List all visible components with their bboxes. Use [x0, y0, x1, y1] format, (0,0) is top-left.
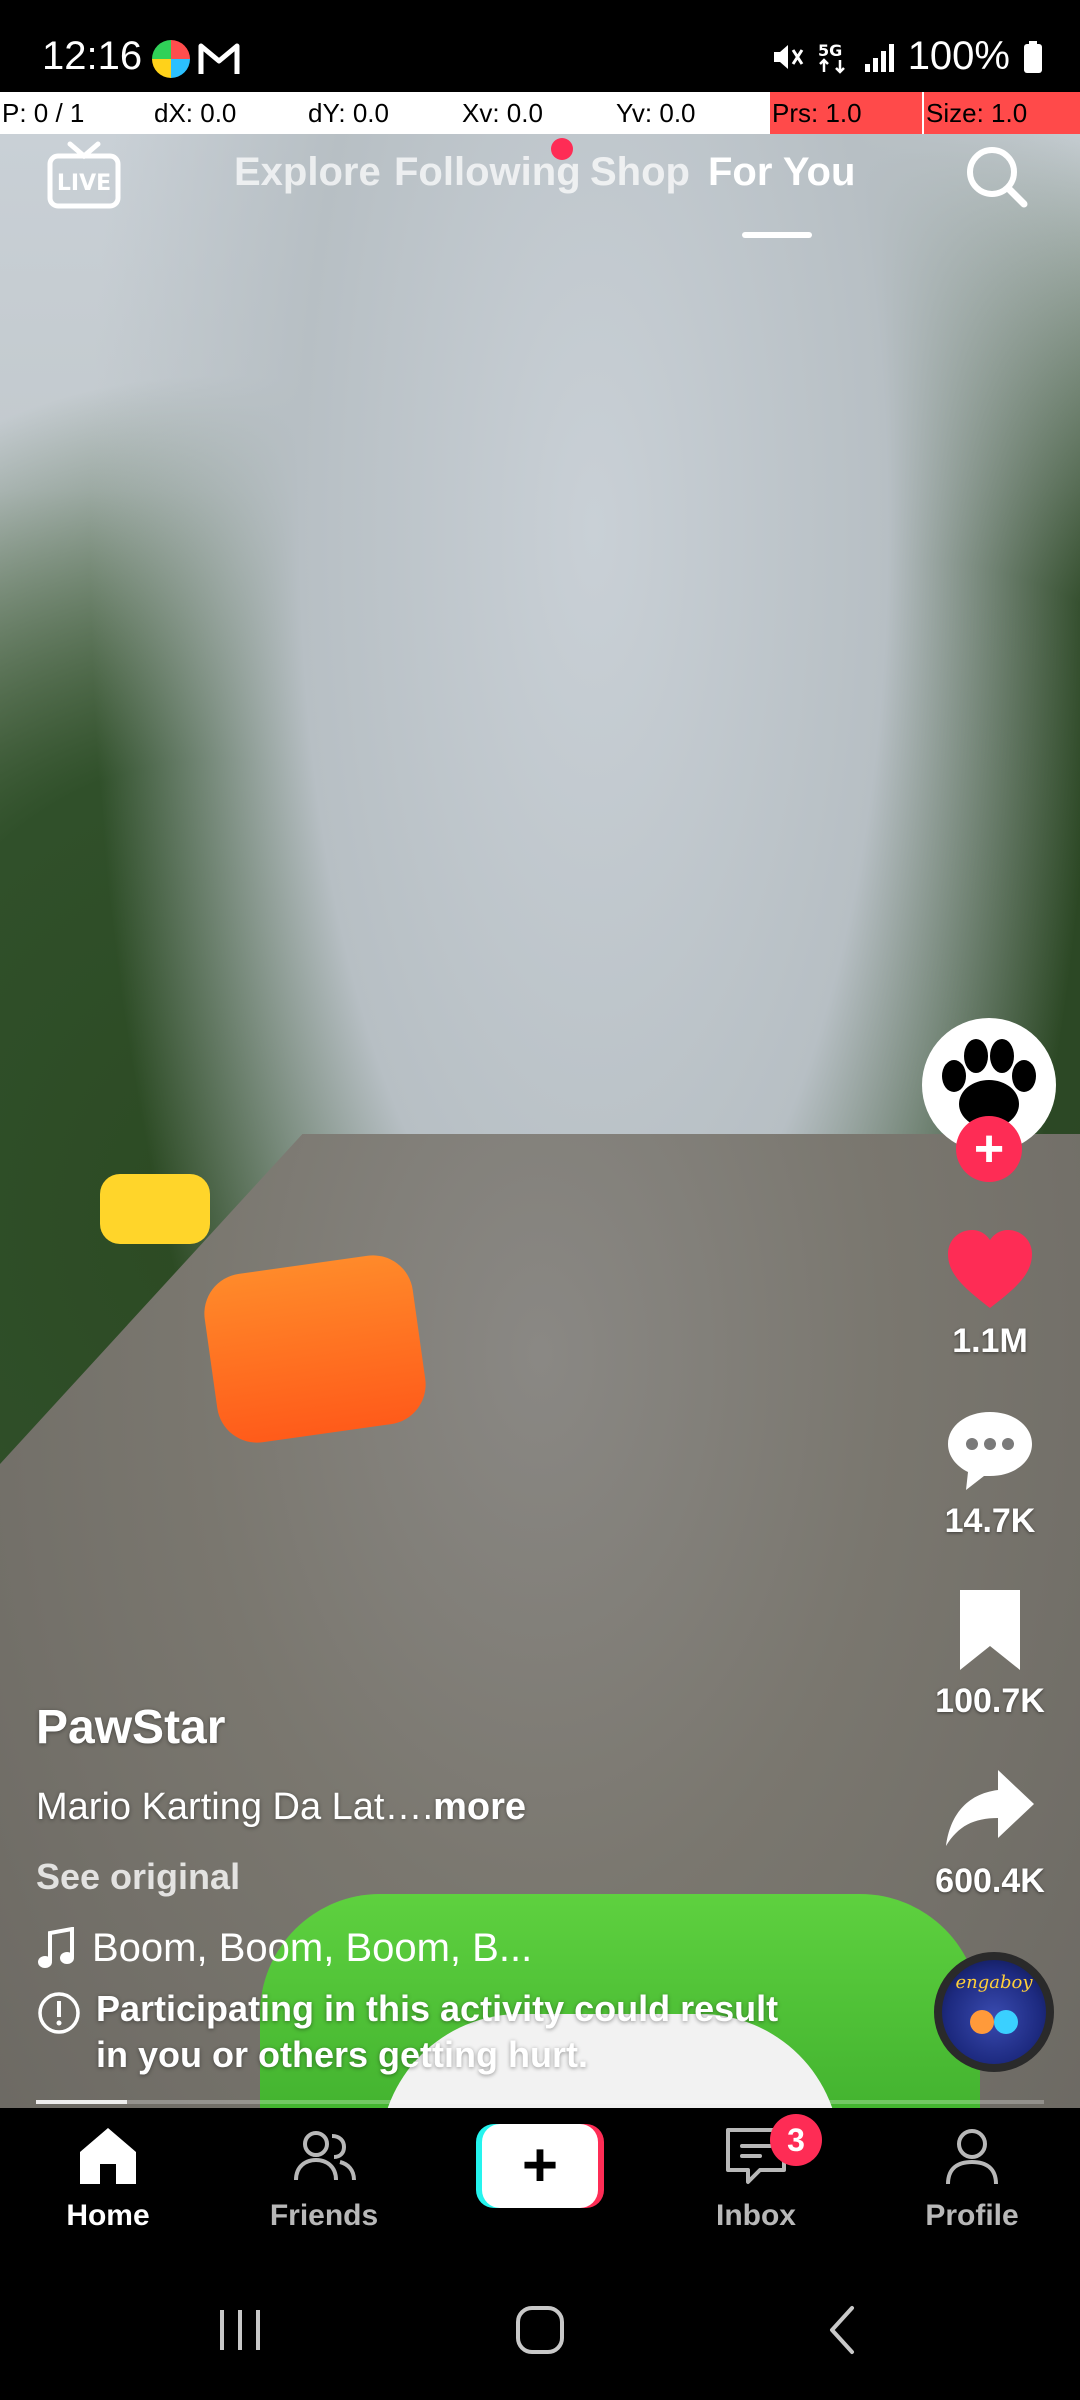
battery-icon — [1024, 40, 1042, 73]
pointer-location-overlay: P: 0 / 1 dX: 0.0 dY: 0.0 Xv: 0.0 Yv: 0.0… — [0, 92, 1080, 134]
video-yellow-kart — [100, 1174, 210, 1244]
nav-friends[interactable]: Friends — [244, 2120, 404, 2233]
nav-home-label: Home — [66, 2199, 150, 2232]
video-orange-kart — [199, 1250, 431, 1448]
save-count: 100.7K — [935, 1682, 1045, 1720]
profile-icon — [946, 2129, 998, 2185]
gmail-icon — [198, 43, 240, 74]
create-plus-icon: + — [482, 2124, 598, 2208]
tab-explore[interactable]: Explore — [234, 150, 381, 195]
like-count: 1.1M — [952, 1322, 1028, 1360]
exclamation-circle-icon — [38, 1992, 80, 2034]
pointer-size-cell: Size: 1.0 — [924, 92, 1080, 134]
tab-following[interactable]: Following — [394, 150, 581, 195]
home-system-icon[interactable] — [510, 2300, 570, 2360]
create-button[interactable]: + — [476, 2124, 604, 2208]
pointer-dx: dX: 0.0 — [154, 98, 237, 128]
bookmark-icon[interactable] — [944, 1584, 1036, 1676]
author-username[interactable]: PawStar — [36, 1700, 225, 1755]
pointer-pressure-cell: Prs: 1.0 — [770, 92, 922, 134]
music-row[interactable]: Boom, Boom, Boom, B... — [36, 1926, 532, 1971]
back-icon[interactable] — [814, 2300, 874, 2360]
pointer-yv: Yv: 0.0 — [616, 98, 696, 128]
battery-percent: 100% — [907, 34, 1010, 78]
live-icon-label: LIVE — [57, 171, 111, 196]
status-right-icons: 5G 100% — [770, 34, 1044, 79]
nav-profile[interactable]: Profile — [892, 2120, 1052, 2233]
video-progress-bar[interactable] — [36, 2100, 1044, 2104]
share-count: 600.4K — [935, 1862, 1045, 1900]
post-caption[interactable]: Mario Karting Da Lat….more — [36, 1786, 526, 1829]
pointer-dy: dY: 0.0 — [308, 98, 389, 128]
plus-icon: + — [973, 1120, 1005, 1178]
ring-app-icon — [152, 40, 190, 78]
recent-apps-icon[interactable] — [210, 2300, 270, 2360]
search-icon[interactable] — [962, 142, 1030, 210]
tab-shop[interactable]: Shop — [590, 150, 690, 195]
nav-friends-label: Friends — [269, 2199, 379, 2232]
music-title: Boom, Boom, Boom, B... — [92, 1926, 533, 1970]
pointer-pressure: Prs: 1.0 — [772, 98, 862, 128]
nav-home[interactable]: Home — [28, 2120, 188, 2233]
music-disc-icon[interactable]: engaboy — [934, 1952, 1054, 2072]
pointer-xv: Xv: 0.0 — [462, 98, 543, 128]
status-time: 12:16 — [42, 34, 143, 78]
caption-more-link[interactable]: more — [433, 1786, 526, 1828]
home-icon — [80, 2128, 136, 2184]
nav-profile-label: Profile — [925, 2199, 1019, 2232]
nav-inbox-label: Inbox — [716, 2199, 796, 2232]
follow-button[interactable]: + — [956, 1116, 1022, 1182]
status-bar: 12:16 5G 100% — [0, 0, 1080, 88]
5g-icon: 5G — [818, 41, 845, 74]
caption-text: Mario Karting Da Lat…. — [36, 1786, 434, 1828]
following-notification-dot — [551, 138, 573, 160]
live-icon[interactable]: LIVE — [46, 138, 122, 214]
see-original-link[interactable]: See original — [36, 1856, 240, 1898]
pointer-count: P: 0 / 1 — [2, 98, 85, 128]
friends-icon — [294, 2131, 356, 2181]
pointer-size: Size: 1.0 — [926, 98, 1028, 128]
share-arrow-icon[interactable] — [944, 1764, 1036, 1856]
video-progress-fill — [36, 2100, 127, 2104]
music-note-icon — [38, 1926, 74, 1968]
disc-label: engaboy — [955, 1972, 1033, 1993]
mute-icon — [773, 44, 803, 69]
signal-icon — [864, 43, 894, 72]
comment-count: 14.7K — [944, 1502, 1036, 1540]
like-heart-icon[interactable] — [944, 1224, 1036, 1316]
safety-warning-text: Participating in this activity could res… — [96, 1988, 779, 2075]
active-tab-indicator — [742, 232, 812, 238]
inbox-badge: 3 — [770, 2114, 822, 2166]
svg-text:5G: 5G — [818, 41, 842, 60]
comment-icon[interactable] — [944, 1404, 1036, 1496]
tab-for-you[interactable]: For You — [708, 150, 855, 195]
